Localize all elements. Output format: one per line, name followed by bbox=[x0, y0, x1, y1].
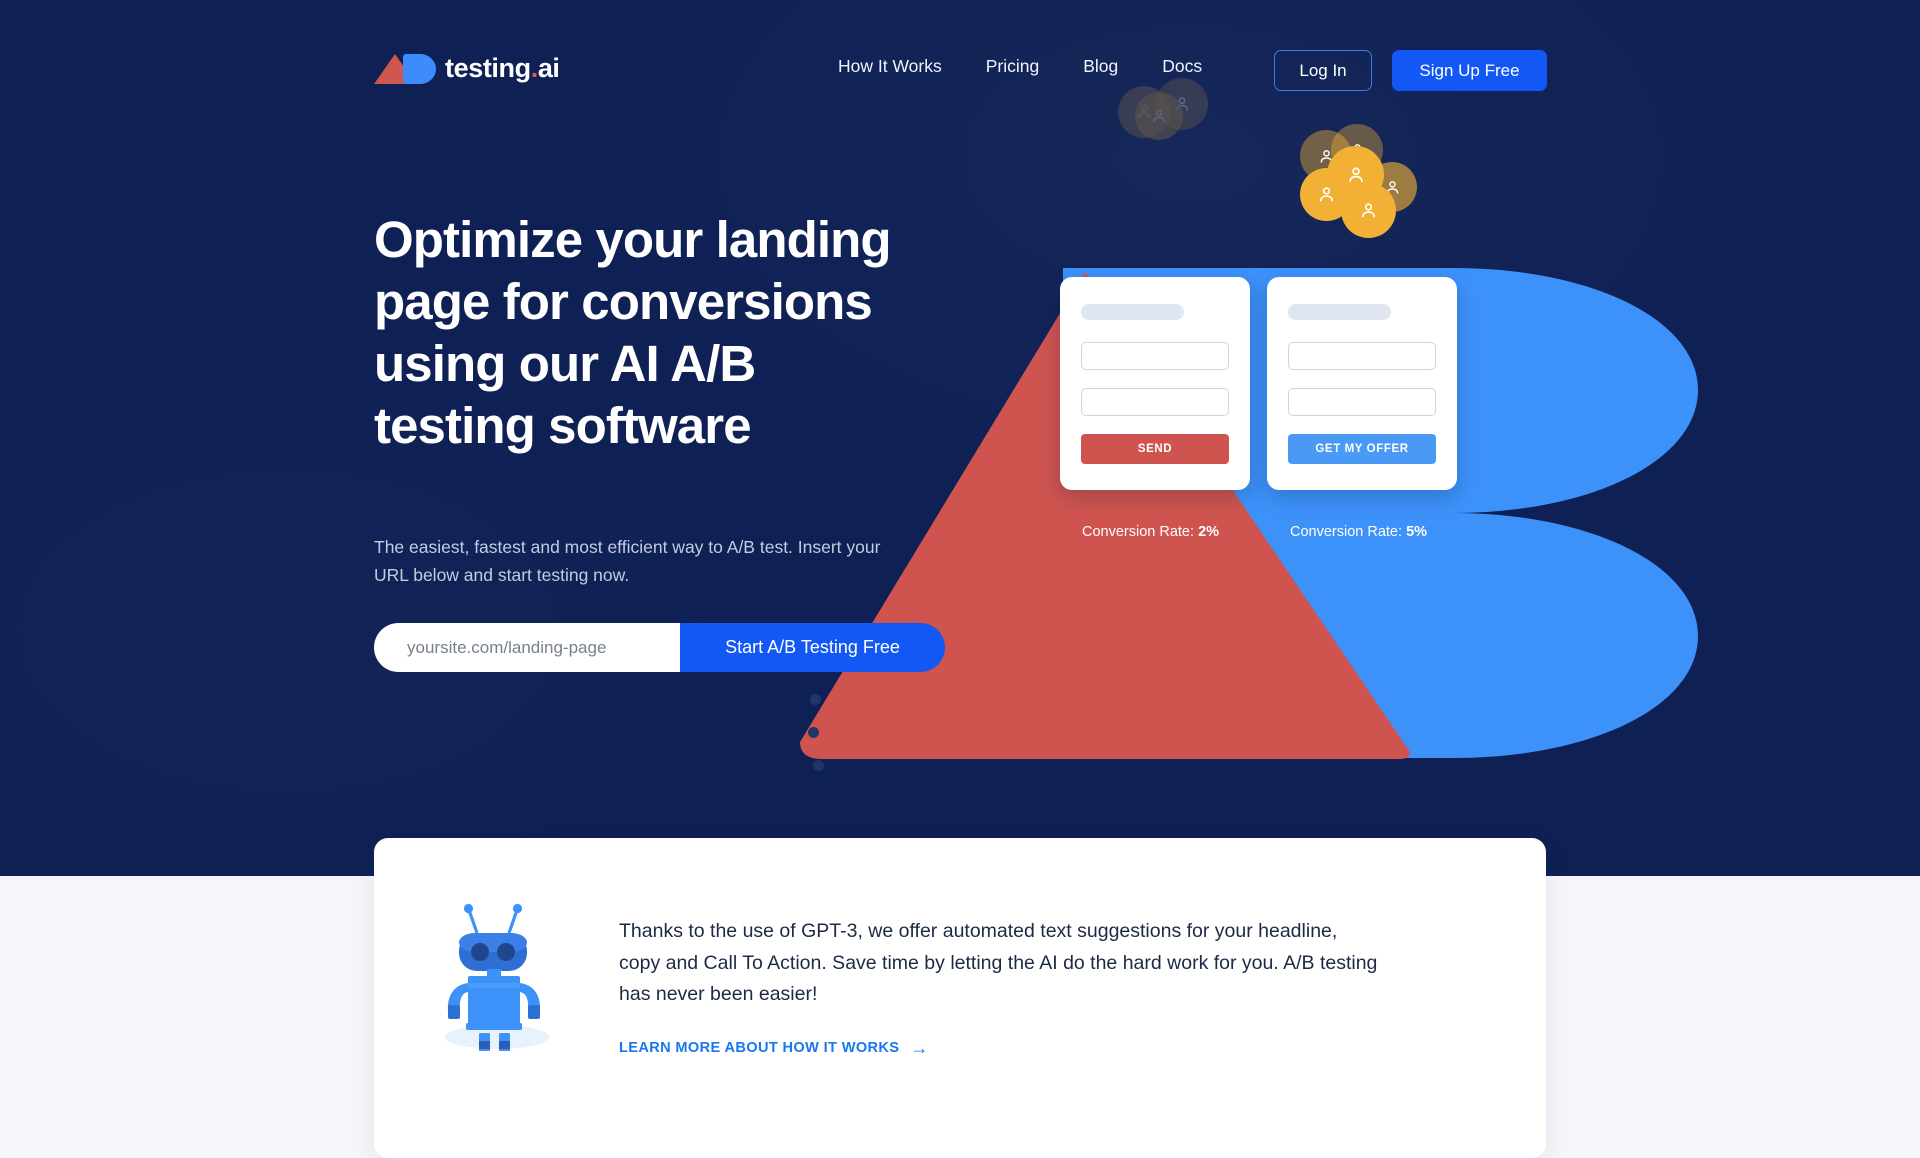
placeholder-title-bar bbox=[1081, 304, 1184, 320]
info-text-block: Thanks to the use of GPT-3, we offer aut… bbox=[619, 838, 1379, 1059]
brand-name-main: testing bbox=[445, 52, 531, 83]
rounded-b-logo-icon bbox=[403, 54, 436, 84]
avatar bbox=[1341, 183, 1396, 238]
signup-button[interactable]: Sign Up Free bbox=[1392, 50, 1547, 91]
hero-subcopy: The easiest, fastest and most efficient … bbox=[374, 537, 881, 586]
conversion-label: Conversion Rate: bbox=[1290, 524, 1403, 540]
brand-logo[interactable]: testing.ai bbox=[374, 52, 560, 84]
arrow-right-icon: → bbox=[910, 1037, 929, 1058]
variant-card-b: GET MY OFFER bbox=[1267, 277, 1457, 490]
decorative-dot bbox=[810, 694, 821, 705]
placeholder-input-field bbox=[1081, 388, 1229, 416]
nav-link-blog[interactable]: Blog bbox=[1083, 56, 1118, 77]
gpt3-info-card: Thanks to the use of GPT-3, we offer aut… bbox=[374, 838, 1546, 1158]
decorative-dot bbox=[808, 727, 819, 738]
placeholder-input-field bbox=[1081, 342, 1229, 370]
robot-illustration-wrap bbox=[374, 838, 619, 1051]
placeholder-input-field bbox=[1288, 388, 1436, 416]
placeholder-title-bar bbox=[1288, 304, 1391, 320]
page-title: Optimize your landing page for conversio… bbox=[374, 211, 892, 454]
robot-icon bbox=[444, 903, 549, 1051]
nav-links: How It Works Pricing Blog Docs bbox=[838, 56, 1202, 77]
start-testing-button[interactable]: Start A/B Testing Free bbox=[680, 623, 945, 672]
placeholder-input-field bbox=[1288, 342, 1436, 370]
variant-a-conversion-rate: Conversion Rate: 2% bbox=[1082, 524, 1219, 540]
brand-name-suffix: ai bbox=[537, 52, 560, 83]
brand-name-dot: . bbox=[530, 52, 539, 83]
logo-mark bbox=[374, 52, 436, 84]
learn-more-link[interactable]: LEARN MORE ABOUT HOW IT WORKS → bbox=[619, 1038, 1379, 1059]
info-paragraph: Thanks to the use of GPT-3, we offer aut… bbox=[619, 920, 1378, 1006]
top-navigation: testing.ai How It Works Pricing Blog Doc… bbox=[0, 0, 1920, 116]
hero-cta-form: Start A/B Testing Free bbox=[374, 623, 945, 672]
avatar-cluster-main bbox=[1300, 124, 1430, 240]
nav-link-how-it-works[interactable]: How It Works bbox=[838, 56, 942, 77]
variant-card-a: SEND bbox=[1060, 277, 1250, 490]
hero-section: SEND Conversion Rate: 2% GET MY OFFER Co… bbox=[0, 0, 1920, 876]
nav-link-docs[interactable]: Docs bbox=[1162, 56, 1202, 77]
decorative-dot bbox=[813, 760, 824, 771]
site-url-input[interactable] bbox=[374, 623, 680, 672]
variant-b-submit-button[interactable]: GET MY OFFER bbox=[1288, 434, 1436, 464]
login-button[interactable]: Log In bbox=[1274, 50, 1372, 91]
conversion-value: 2% bbox=[1198, 524, 1220, 540]
conversion-label: Conversion Rate: bbox=[1082, 524, 1195, 540]
conversion-value: 5% bbox=[1406, 524, 1428, 540]
learn-more-label: LEARN MORE ABOUT HOW IT WORKS bbox=[619, 1040, 900, 1057]
nav-link-pricing[interactable]: Pricing bbox=[986, 56, 1040, 77]
variant-b-conversion-rate: Conversion Rate: 5% bbox=[1290, 524, 1427, 540]
variant-a-submit-button[interactable]: SEND bbox=[1081, 434, 1229, 464]
brand-name: testing.ai bbox=[445, 53, 560, 84]
